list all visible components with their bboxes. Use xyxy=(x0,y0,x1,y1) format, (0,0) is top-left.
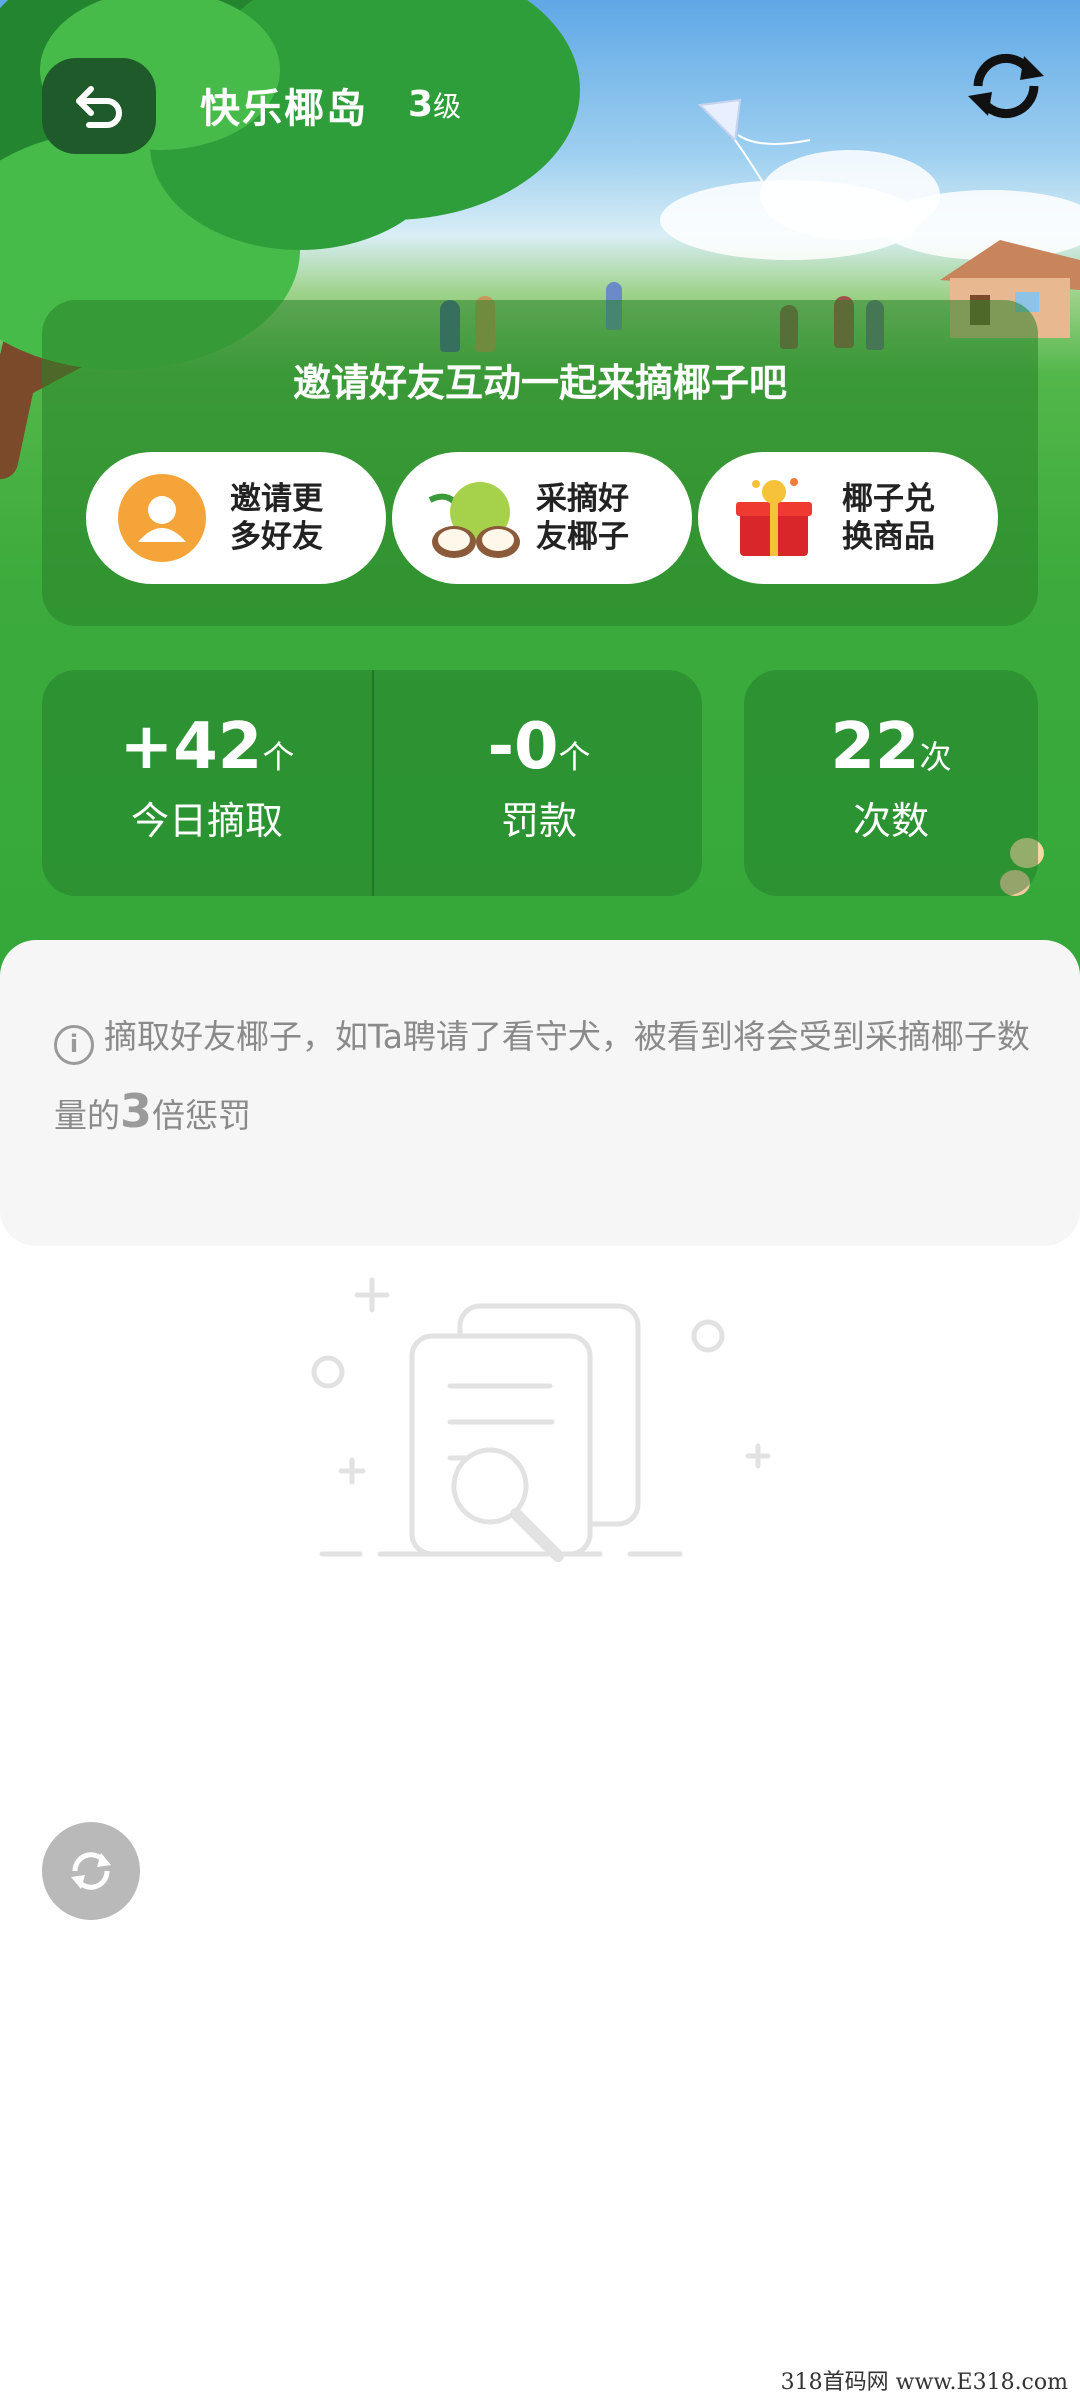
stat-picked-today: +42个 今日摘取 xyxy=(42,710,372,845)
refresh-icon xyxy=(71,1852,111,1890)
notice-text-after: 倍惩罚 xyxy=(152,1096,252,1135)
stat-unit: 个 xyxy=(262,738,295,776)
page-title: 快乐椰岛 xyxy=(200,86,368,132)
stat-unit: 个 xyxy=(558,738,591,776)
notice-text: i 摘取好友椰子，如Ta聘请了看守犬，被看到将会受到采摘椰子数量的3倍惩罚 xyxy=(54,1000,1034,1153)
refresh-icon xyxy=(968,53,1044,119)
back-icon xyxy=(76,86,122,128)
coconut-icon xyxy=(420,470,520,566)
stat-label: 今日摘取 xyxy=(130,799,283,843)
level-number: 3 xyxy=(408,84,434,125)
stat-unit: 次 xyxy=(919,738,952,776)
back-button[interactable] xyxy=(42,58,156,154)
user-icon xyxy=(114,470,210,566)
stat-penalty: -0个 罚款 xyxy=(374,710,704,845)
stat-value: +42 xyxy=(119,710,263,784)
gift-box-icon xyxy=(726,470,822,566)
card-label-line1: 椰子兑 xyxy=(842,481,935,517)
empty-document-search-icon xyxy=(311,1277,771,1562)
info-icon: i xyxy=(54,1025,94,1065)
pick-coconuts-card[interactable]: 采摘好 友椰子 xyxy=(392,452,692,584)
invite-friends-card[interactable]: 邀请更 多好友 xyxy=(86,452,386,584)
card-label-line2: 换商品 xyxy=(842,519,935,555)
stat-label: 次数 xyxy=(852,799,929,843)
kite-icon xyxy=(697,98,811,225)
floating-refresh-button[interactable] xyxy=(42,1822,140,1920)
refresh-button[interactable] xyxy=(958,38,1054,134)
card-label-line1: 采摘好 xyxy=(536,481,629,517)
card-label-line2: 友椰子 xyxy=(536,519,629,555)
exchange-goods-card[interactable]: 椰子兑 换商品 xyxy=(698,452,998,584)
card-label-line1: 邀请更 xyxy=(230,481,323,517)
notice-multiplier: 3 xyxy=(120,1084,153,1138)
stat-value: 22 xyxy=(830,710,920,784)
level-badge: 3级 xyxy=(408,84,461,125)
invite-title: 邀请好友互动一起来摘椰子吧 xyxy=(292,361,787,405)
stat-count: 22次 次数 xyxy=(726,710,1056,845)
stat-label: 罚款 xyxy=(500,799,577,843)
stat-value: -0 xyxy=(487,710,559,784)
watermark: 318首码网 www.E318.com xyxy=(780,2370,1068,2395)
card-label-line2: 多好友 xyxy=(230,519,323,555)
level-unit: 级 xyxy=(433,90,462,123)
